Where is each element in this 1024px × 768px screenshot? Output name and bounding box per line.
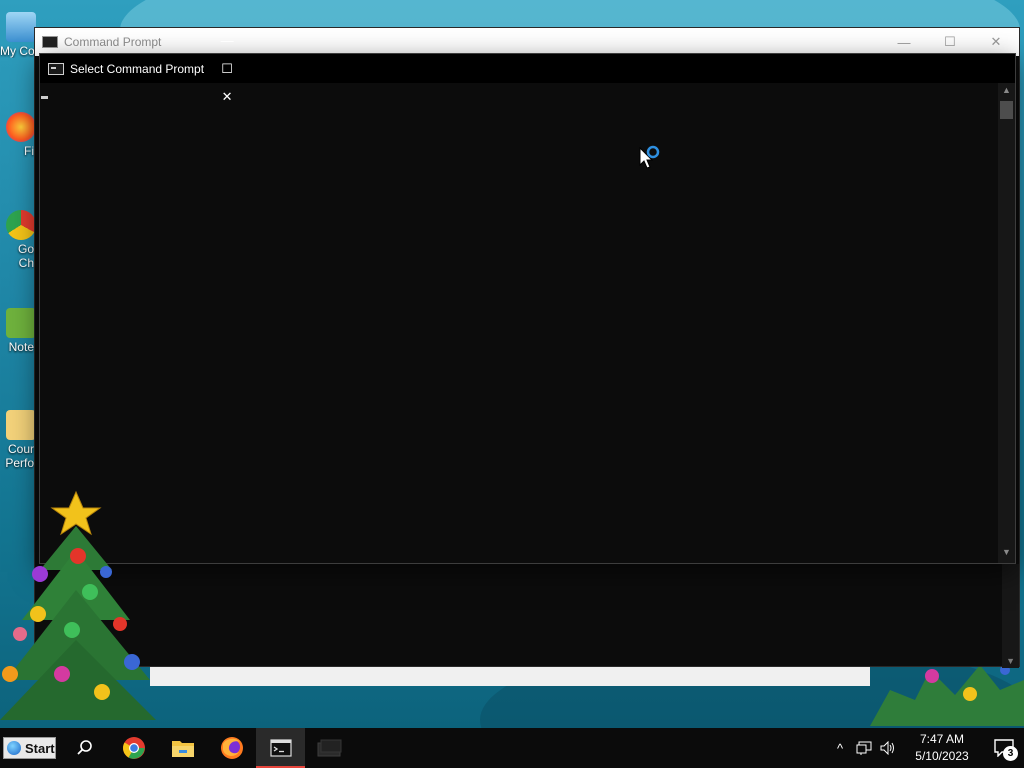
- chrome-icon: [6, 210, 36, 240]
- desktop-icon-label: Note: [8, 340, 34, 354]
- title-bar[interactable]: Command Prompt — ☐ ✕: [35, 28, 1019, 56]
- vertical-scrollbar[interactable]: ▲ ▼: [998, 83, 1015, 563]
- text-cursor: [41, 96, 48, 99]
- desktop: My Co Fi Go Ch Note Cour Perfo Command P…: [0, 0, 1024, 728]
- monitor-icon: [6, 12, 36, 42]
- volume-icon[interactable]: [876, 728, 900, 768]
- desktop-icon-label: My Co: [0, 44, 34, 58]
- desktop-icon-label: Cour Perfo: [5, 442, 34, 470]
- maximize-button[interactable]: ☐: [927, 28, 973, 56]
- vertical-scrollbar[interactable]: ▼: [1002, 564, 1019, 668]
- scroll-up-icon[interactable]: ▲: [998, 85, 1015, 99]
- scroll-thumb[interactable]: [1000, 101, 1013, 119]
- start-label: Start: [25, 740, 55, 756]
- desktop-icon-label: Go Ch: [17, 242, 34, 270]
- search-icon: [76, 740, 92, 755]
- network-icon[interactable]: [852, 728, 876, 768]
- desktop-icon-my-computer[interactable]: My Co: [0, 12, 36, 58]
- desktop-icon-firefox[interactable]: Fi: [0, 112, 36, 158]
- background-window-strip: [150, 664, 870, 686]
- console-output-area[interactable]: [40, 83, 998, 563]
- minimize-button[interactable]: —: [204, 27, 250, 55]
- title-bar[interactable]: Select Command Prompt — ☐ ✕: [40, 33, 1015, 104]
- notification-count-badge: 3: [1003, 746, 1018, 761]
- scroll-down-icon[interactable]: ▼: [998, 547, 1015, 561]
- chrome-icon: [122, 737, 145, 759]
- clock-time: 7:47 AM: [919, 732, 965, 746]
- taskbar-app[interactable]: [305, 728, 354, 768]
- close-button[interactable]: ✕: [973, 28, 1019, 56]
- command-prompt-window[interactable]: Select Command Prompt — ☐ ✕ ▲ ▼: [39, 33, 1016, 564]
- clock[interactable]: 7:47 AM 5/10/2023: [906, 731, 978, 765]
- system-tray: ^ 7:47 AM 5/10/2023 3: [828, 728, 1024, 768]
- search-button[interactable]: [60, 728, 109, 768]
- start-orb-icon: [7, 741, 21, 755]
- folder-icon: [6, 410, 36, 440]
- busy-cursor-icon: [639, 145, 660, 169]
- taskbar-file-explorer[interactable]: [158, 728, 207, 768]
- notepad-icon: [6, 308, 36, 338]
- folder-icon: [171, 741, 194, 757]
- window-title: Command Prompt: [64, 35, 162, 49]
- firefox-icon: [6, 112, 36, 142]
- maximize-button[interactable]: ☐: [204, 55, 250, 83]
- decoration-bush: [870, 665, 1024, 726]
- clock-date: 5/10/2023: [915, 749, 969, 763]
- minimize-button[interactable]: —: [881, 28, 927, 56]
- cmd-icon: [269, 739, 292, 757]
- taskbar-firefox[interactable]: [207, 728, 256, 768]
- action-center-button[interactable]: 3: [984, 728, 1024, 768]
- desktop-icon-label: Fi: [24, 144, 34, 158]
- firefox-icon: [220, 737, 243, 759]
- cmd-icon: [42, 36, 58, 48]
- window-title: Select Command Prompt: [70, 61, 205, 76]
- app-window-icon: [317, 739, 341, 757]
- christmas-tree-decoration: [0, 490, 156, 720]
- desktop-icon-course-performance[interactable]: Cour Perfo: [0, 410, 36, 470]
- cmd-icon: [48, 62, 64, 75]
- taskbar: Start ^ 7:47 AM 5/10/2023 3: [0, 728, 1024, 768]
- taskbar-command-prompt[interactable]: [256, 728, 305, 768]
- taskbar-chrome[interactable]: [109, 728, 158, 768]
- start-button[interactable]: Start: [3, 737, 56, 759]
- scroll-down-icon[interactable]: ▼: [1006, 656, 1015, 666]
- desktop-icon-notepad[interactable]: Note: [0, 308, 36, 354]
- desktop-icon-google-chrome[interactable]: Go Ch: [0, 210, 36, 270]
- show-hidden-icons-chevron-icon[interactable]: ^: [828, 728, 852, 768]
